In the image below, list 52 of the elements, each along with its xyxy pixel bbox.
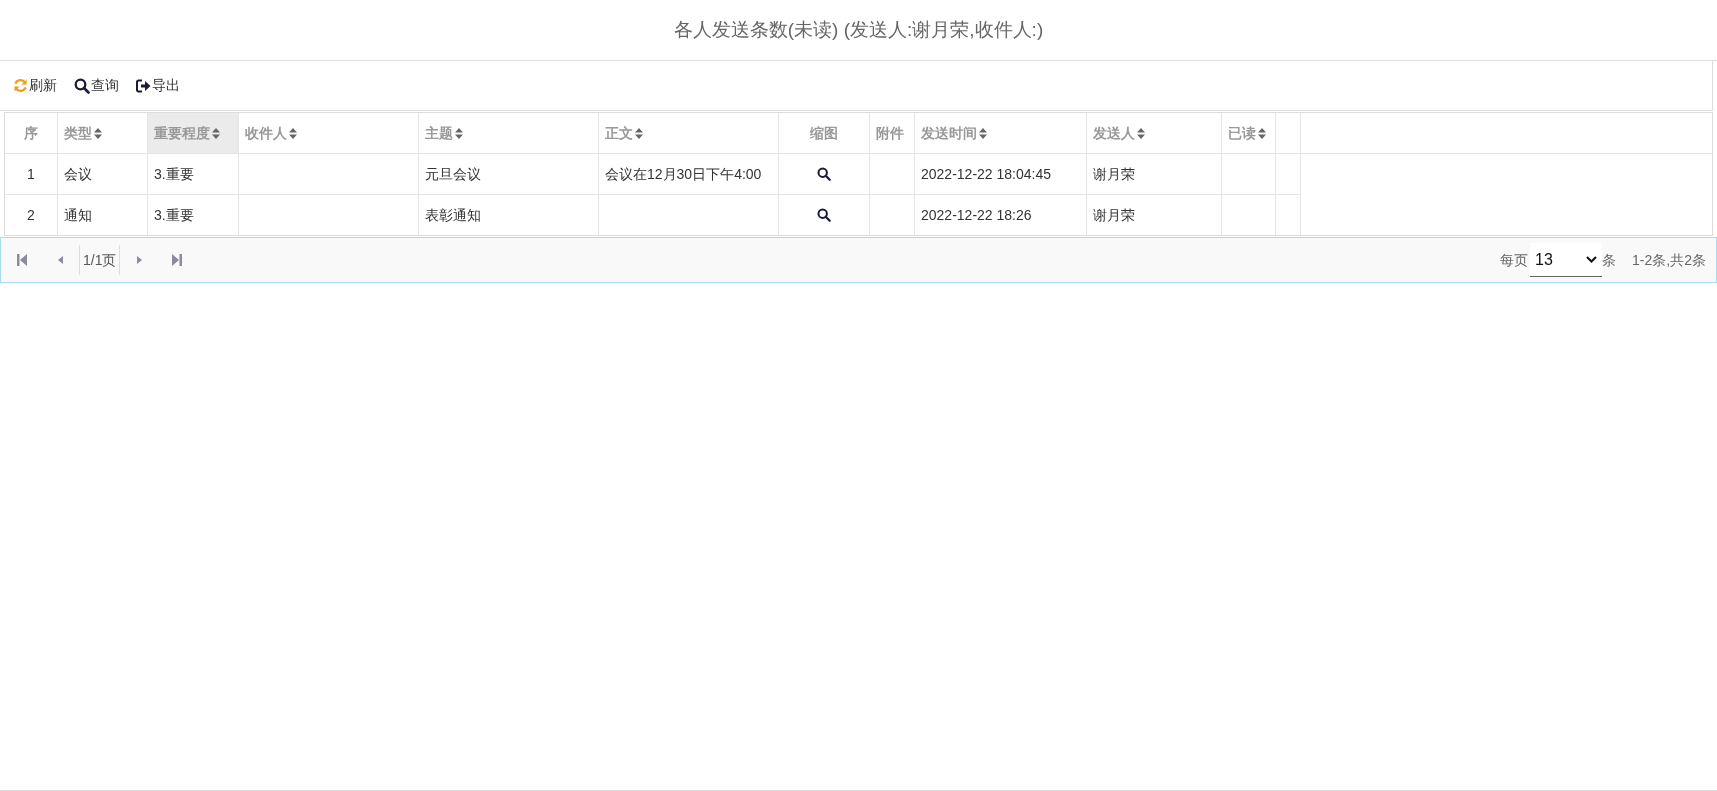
table-cell: 2: [5, 195, 58, 235]
sort-icon: [1137, 127, 1145, 139]
per-page-unit: 条: [1602, 250, 1617, 270]
first-page-icon: [17, 254, 27, 266]
column-header: 附件: [870, 113, 915, 153]
table-cell: 表彰通知: [419, 195, 599, 235]
sort-icon: [635, 127, 643, 139]
preview-button[interactable]: [817, 167, 831, 181]
search-icon: [817, 167, 831, 181]
column-header[interactable]: 已读: [1222, 113, 1276, 153]
sort-icon: [1258, 127, 1266, 139]
last-page-icon: [172, 254, 183, 266]
table-cell: 会议在12月30日下午4:00: [599, 154, 779, 194]
column-header[interactable]: 收件人: [239, 113, 419, 153]
previous-page-icon: [57, 256, 63, 264]
sort-icon: [455, 127, 463, 139]
export-icon: [136, 78, 151, 93]
next-page-icon: [136, 256, 142, 264]
column-header[interactable]: 主题: [419, 113, 599, 153]
refresh-icon: [13, 78, 28, 93]
column-header[interactable]: 发送人: [1087, 113, 1222, 153]
sort-icon: [94, 127, 102, 139]
table-cell: 谢月荣: [1087, 154, 1222, 194]
table-cell: 3.重要: [148, 195, 239, 235]
column-header: 缩图: [779, 113, 870, 153]
sort-icon: [979, 127, 987, 139]
table-cell: 会议: [58, 154, 148, 194]
column-header[interactable]: 重要程度: [148, 113, 239, 153]
table-cell: 2022-12-22 18:04:45: [915, 154, 1087, 194]
record-summary: 1-2条,共2条: [1632, 250, 1706, 270]
page-indicator: 1/1页: [79, 245, 121, 275]
column-header[interactable]: 正文: [599, 113, 779, 153]
per-page-select[interactable]: 13: [1530, 243, 1603, 277]
search-icon: [817, 208, 831, 222]
table-cell: 3.重要: [148, 154, 239, 194]
table-cell: 通知: [58, 195, 148, 235]
chevron-down-icon: [1586, 256, 1598, 263]
sort-icon: [212, 127, 220, 139]
table-cell: 1: [5, 154, 58, 194]
per-page-label: 每页: [1500, 250, 1529, 270]
toolbar-button[interactable]: 刷新: [13, 75, 57, 96]
sort-icon: [289, 127, 297, 139]
column-header: 序: [5, 113, 58, 153]
search-icon: [74, 77, 90, 94]
table-cell: 2022-12-22 18:26: [915, 195, 1087, 235]
table-cell: 元旦会议: [419, 154, 599, 194]
preview-button[interactable]: [817, 208, 831, 222]
page-title: 各人发送条数(未读) (发送人:谢月荣,收件人:): [673, 17, 1044, 42]
toolbar-button[interactable]: 导出: [136, 75, 180, 96]
toolbar-button[interactable]: 查询: [74, 75, 119, 96]
column-header[interactable]: 发送时间: [915, 113, 1087, 153]
table-cell: 谢月荣: [1087, 195, 1222, 235]
